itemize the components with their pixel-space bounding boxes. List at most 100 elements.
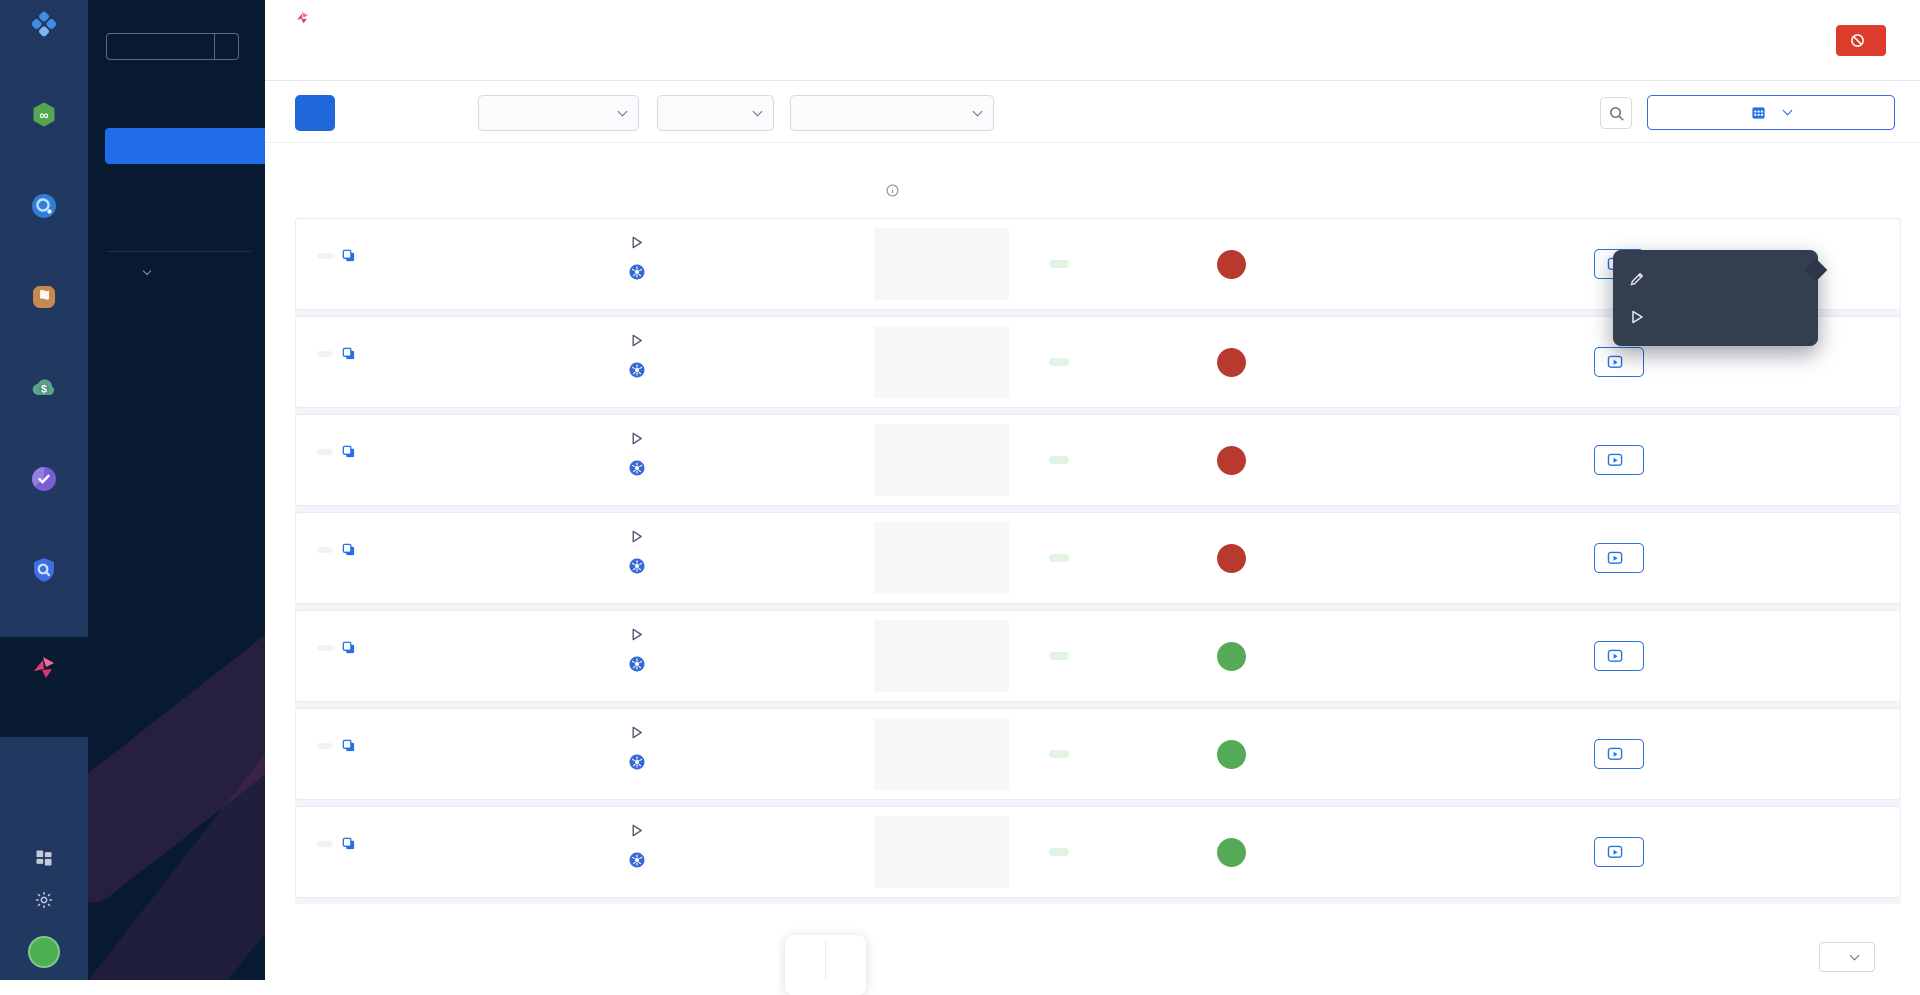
expand-icon[interactable] xyxy=(214,34,238,59)
sidebar-item-overview[interactable] xyxy=(88,86,265,122)
copy-icon[interactable] xyxy=(341,542,356,557)
user-initials-avatar xyxy=(1217,250,1246,279)
copy-icon[interactable] xyxy=(341,444,356,459)
play-outline-icon xyxy=(629,823,644,838)
chevron-down-icon xyxy=(1783,106,1793,116)
experiment-id xyxy=(317,351,333,357)
latest-run-button[interactable] xyxy=(1594,837,1644,867)
rail-item-security-tests[interactable] xyxy=(0,546,88,637)
user-initials-avatar xyxy=(1217,544,1246,573)
copy-icon[interactable] xyxy=(341,738,356,753)
status-badge xyxy=(1049,652,1069,660)
play-icon xyxy=(1629,309,1645,325)
next-page-button[interactable] xyxy=(825,941,858,981)
latest-run-button[interactable] xyxy=(1594,739,1644,769)
latest-run-button[interactable] xyxy=(1594,641,1644,671)
project-selector[interactable] xyxy=(106,33,239,60)
menu-item-run-experiment[interactable] xyxy=(1613,298,1818,336)
play-outline-icon xyxy=(629,431,644,446)
status-badge xyxy=(1049,358,1069,366)
kubernetes-icon xyxy=(629,852,645,868)
stop-icon xyxy=(1850,33,1865,48)
resilience-score xyxy=(874,620,1009,692)
breadcrumb xyxy=(295,10,338,25)
experiment-id xyxy=(317,449,333,455)
status-badge xyxy=(1049,750,1069,758)
rail-item-feature-flags[interactable] xyxy=(0,273,88,364)
kubernetes-icon xyxy=(629,264,645,280)
latest-run-button[interactable] xyxy=(1594,445,1644,475)
sidebar-item-chaos-experiments[interactable] xyxy=(105,128,265,164)
filter-experiment-type[interactable] xyxy=(478,95,639,131)
security-tests-icon xyxy=(30,556,58,584)
experiment-id xyxy=(317,547,333,553)
rail-bottom-group xyxy=(0,836,88,980)
copy-icon[interactable] xyxy=(341,640,356,655)
user-avatar[interactable] xyxy=(28,936,60,968)
builds-icon xyxy=(30,192,58,220)
filter-status[interactable] xyxy=(657,95,774,131)
copy-icon[interactable] xyxy=(341,836,356,851)
filter-target-chaos-infrastructure[interactable] xyxy=(790,95,994,131)
chaos-watermark xyxy=(88,617,265,913)
column-header xyxy=(873,184,1033,197)
pagination xyxy=(785,935,866,995)
resilience-score xyxy=(874,228,1009,300)
play-outline-icon xyxy=(629,529,644,544)
rail-item-dashboards[interactable] xyxy=(0,836,88,878)
experiment-id xyxy=(317,841,333,847)
rail-item-chaos[interactable] xyxy=(0,637,88,737)
chevron-down-icon xyxy=(973,106,983,116)
latest-run-button[interactable] xyxy=(1594,347,1644,377)
date-range-picker[interactable] xyxy=(1647,95,1895,130)
status-badge xyxy=(1049,848,1069,856)
rail-item-gear[interactable] xyxy=(0,878,88,920)
copy-icon[interactable] xyxy=(341,248,356,263)
resilience-score xyxy=(874,522,1009,594)
resilience-score xyxy=(874,718,1009,790)
experiment-row xyxy=(295,512,1901,604)
chevron-down-icon xyxy=(143,267,151,275)
sidebar-item-chaos-hubs[interactable] xyxy=(88,170,265,206)
info-icon[interactable] xyxy=(886,184,899,197)
play-outline-icon xyxy=(629,235,644,250)
user-initials-avatar xyxy=(1217,740,1246,769)
user-initials-avatar xyxy=(1217,838,1246,867)
sidebar-item-environments[interactable] xyxy=(88,212,265,248)
rail-item-service-reliability[interactable] xyxy=(0,455,88,546)
rail-item-deployments[interactable]: ∞ xyxy=(0,91,88,182)
prev-page-button[interactable] xyxy=(793,941,825,981)
project-setup-toggle[interactable] xyxy=(122,272,150,274)
service-reliability-icon xyxy=(30,465,58,493)
user-initials-avatar xyxy=(1217,348,1246,377)
divider xyxy=(108,251,251,252)
user-initials-avatar xyxy=(1217,446,1246,475)
run-view-icon xyxy=(1607,355,1624,370)
chaos-watermark xyxy=(88,719,265,980)
table-header xyxy=(295,172,1901,208)
divider xyxy=(265,80,1920,81)
status-badge xyxy=(1049,456,1069,464)
status-badge xyxy=(1049,554,1069,562)
feature-flags-icon xyxy=(30,283,58,311)
kubernetes-icon xyxy=(629,754,645,770)
stop-all-experiments-button[interactable] xyxy=(1836,25,1886,56)
new-experiment-button[interactable] xyxy=(295,95,335,131)
run-view-icon xyxy=(1607,649,1624,664)
calendar-icon xyxy=(1751,105,1766,120)
chaos-icon xyxy=(30,653,58,681)
latest-run-button[interactable] xyxy=(1594,543,1644,573)
resilience-score xyxy=(874,424,1009,496)
experiment-id xyxy=(317,253,333,259)
rail-item-builds[interactable] xyxy=(0,182,88,273)
menu-item-edit-experiment[interactable] xyxy=(1613,260,1818,298)
rail-item-home[interactable] xyxy=(0,0,88,91)
svg-text:∞: ∞ xyxy=(39,108,48,123)
kubernetes-icon xyxy=(629,656,645,672)
copy-icon[interactable] xyxy=(341,346,356,361)
cloud-costs-icon: $ xyxy=(30,374,58,402)
rail-item-cloud-costs[interactable]: $ xyxy=(0,364,88,455)
search-button[interactable] xyxy=(1600,97,1632,129)
resilience-score xyxy=(874,816,1009,888)
per-page-select[interactable] xyxy=(1819,942,1875,972)
